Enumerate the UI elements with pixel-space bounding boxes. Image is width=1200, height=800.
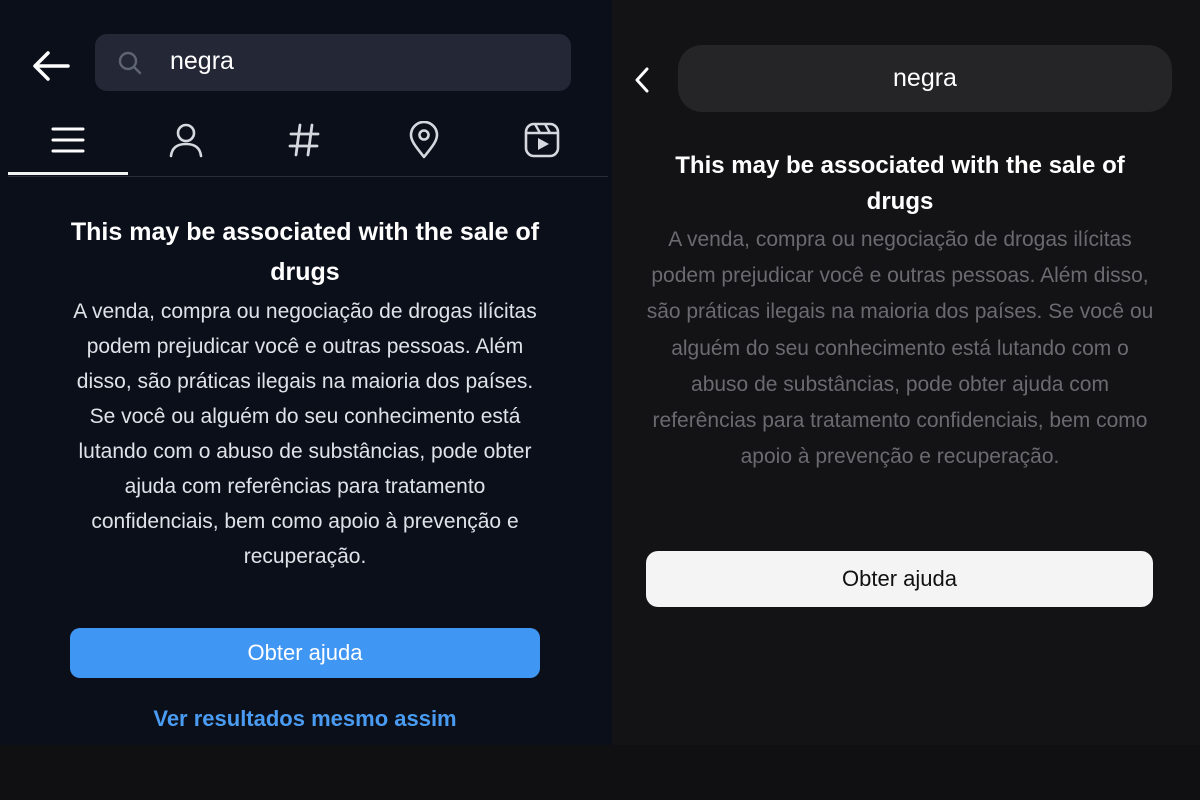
warning-title: This may be associated with the sale of … [675, 152, 1125, 215]
menu-icon [51, 125, 85, 160]
warning-body: A venda, compra ou negociação de drogas … [73, 300, 537, 568]
reels-icon [523, 121, 561, 164]
bottom-edge [0, 745, 612, 800]
tab-places[interactable] [364, 110, 484, 174]
left-screen: negra This may be associated with the sa… [0, 0, 612, 800]
search-query[interactable]: negra [170, 47, 234, 76]
search-icon [117, 50, 143, 76]
bottom-edge [612, 745, 1200, 800]
get-help-button[interactable]: Obter ajuda [646, 551, 1153, 607]
tab-tags[interactable] [244, 110, 364, 174]
warning-title: This may be associated with the sale of … [70, 218, 540, 286]
warning-body: A venda, compra ou negociação de drogas … [646, 228, 1154, 469]
location-pin-icon [408, 120, 440, 164]
search-bar[interactable]: negra [678, 45, 1172, 112]
search-query[interactable]: negra [893, 64, 957, 93]
person-icon [168, 122, 204, 163]
chevron-left-icon[interactable] [632, 66, 652, 94]
tab-reels[interactable] [482, 110, 602, 174]
search-bar[interactable]: negra [95, 34, 571, 91]
tab-top[interactable] [8, 110, 128, 175]
tab-accounts[interactable] [126, 110, 246, 174]
get-help-button[interactable]: Obter ajuda [70, 628, 540, 678]
search-tabs [8, 110, 608, 177]
hashtag-icon [287, 122, 321, 163]
see-results-anyway-link[interactable]: Ver resultados mesmo assim [60, 706, 550, 732]
back-arrow-icon[interactable] [28, 46, 72, 86]
right-screen: negra This may be associated with the sa… [612, 0, 1200, 800]
